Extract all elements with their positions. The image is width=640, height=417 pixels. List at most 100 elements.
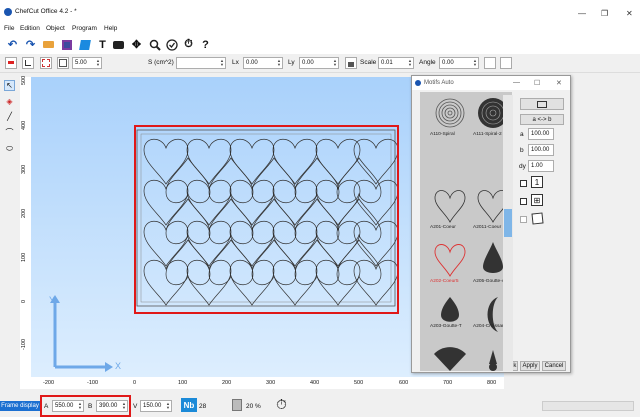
mirror-icon[interactable] [500,57,512,69]
swap-ab-button[interactable]: a <-> b [520,114,564,125]
camera-icon[interactable] [112,38,125,51]
grid-settings-icon[interactable] [57,57,69,69]
b-label: b [520,147,524,154]
scale-input[interactable]: 0.01 ▲ ▼ [378,57,414,69]
x-axis-label: X [115,361,121,371]
v-tick-label: 300 [21,164,27,174]
motif-name: A201-Coeur [430,225,456,230]
v-tick-label: 400 [21,120,27,130]
arc-tool-icon[interactable]: ⌒ [4,127,15,138]
percent-value: 20 % [246,403,261,410]
apply-button[interactable]: Apply [520,361,540,371]
minimize-button[interactable]: — [578,10,586,18]
skew-shape-icon[interactable] [531,212,544,225]
progress-bar [542,401,634,411]
vertical-ruler: 500 400 300 200 100 0 -100 [20,75,31,389]
dialog-minimize-button[interactable]: — [513,79,520,86]
move-crosshair-icon[interactable]: ✥ [130,38,143,51]
dialog-titlebar: Motifs Auto — ☐ ✕ [412,76,570,90]
step-input[interactable]: 5.00 ▲ ▼ [72,57,102,69]
h-tick-label: 0 [133,380,137,386]
dimension-highlight [40,395,131,417]
scale-label: Scale [360,59,377,66]
cancel-button[interactable]: Cancel [542,361,566,371]
menu-object[interactable]: Object [46,25,65,32]
motif-gallery[interactable]: A110-Spiral A111-Spiral-2 A201-Coeur A20… [420,92,512,371]
heart-red-icon[interactable] [434,244,466,277]
help-icon[interactable]: ? [199,38,212,51]
menu-edition[interactable]: Edition [20,25,40,32]
option3-checkbox[interactable] [520,216,527,223]
option2-checkbox[interactable] [520,198,527,205]
rotate-icon[interactable] [484,57,496,69]
horizontal-ruler: -200 -100 0 100 200 300 400 500 600 700 … [31,377,504,389]
h-tick-label: -200 [43,380,55,386]
fan-icon[interactable] [434,347,466,371]
spiral-outline-icon[interactable] [435,98,465,128]
menu-file[interactable]: File [4,25,14,32]
frame-display-button[interactable]: Frame display [0,401,40,411]
node-edit-tool-icon[interactable]: ◈ [4,96,15,107]
scrollbar-thumb[interactable] [504,209,512,237]
a-label: a [520,131,524,138]
dialog-maximize-button[interactable]: ☐ [534,79,540,87]
dialog-icon [415,80,421,86]
drop-filled-icon[interactable] [483,242,503,273]
title-bar: ChefCut Office 4.2 - * — ❐ ✕ [0,0,640,24]
motif-name-selected: A202-Coeur5 [430,279,459,284]
drop-filled-icon[interactable] [441,297,459,322]
angle-input[interactable]: 0.00 ▲ ▼ [439,57,479,69]
menu-program[interactable]: Program [72,25,97,32]
v-label: V [133,403,138,410]
text-icon[interactable]: T [96,38,109,51]
gallery-scrollbar[interactable] [503,95,513,371]
surface-input[interactable]: ▲ ▼ [176,57,226,69]
save-icon[interactable] [60,38,73,51]
ellipse-tool-icon[interactable]: ⬭ [4,143,15,154]
v-input[interactable]: 150.00 ▲ ▼ [140,400,172,412]
menu-help[interactable]: Help [104,25,117,32]
v-tick-label: 0 [21,299,27,303]
lock-ratio-icon[interactable] [345,57,357,69]
h-tick-label: 500 [354,380,364,386]
timer-icon[interactable]: ⏱ [182,38,195,51]
grid-icon[interactable] [40,57,52,69]
option1-checkbox[interactable] [520,180,527,187]
b-input[interactable]: 100.00 [528,144,554,156]
align-icon[interactable] [22,57,34,69]
stopwatch-icon[interactable]: ⏱ [276,396,287,413]
v-tick-label: 500 [21,75,27,85]
v-tick-label: 100 [21,252,27,262]
line-tool-icon[interactable]: ╱ [4,111,15,122]
zoom-icon[interactable] [148,38,161,51]
pointer-tool-icon[interactable]: ↖ [4,80,15,91]
angle-label: Angle [419,59,436,66]
a-input[interactable]: 100.00 [528,128,554,140]
drop-point-icon[interactable] [489,350,497,364]
maximize-button[interactable]: ❐ [601,10,608,18]
redo-icon[interactable]: ↷ [24,38,37,51]
undo-icon[interactable]: ↶ [6,38,19,51]
open-folder-icon[interactable] [42,38,55,51]
heart-outline-icon[interactable] [434,190,466,223]
grid-plus-icon[interactable]: ⊞ [531,194,543,206]
motif-name: A203-Goutte-T [430,324,462,329]
close-button[interactable]: ✕ [626,10,633,18]
count-badge-icon: Nb [181,398,197,412]
select-tool-icon[interactable] [5,57,17,69]
ly-input[interactable]: 0.00 ▲ ▼ [299,57,339,69]
h-tick-label: 400 [310,380,320,386]
lx-input[interactable]: 0.00 ▲ ▼ [243,57,283,69]
check-icon[interactable] [165,38,178,51]
option1-button[interactable]: 1 [531,176,543,188]
material-icon [232,399,242,411]
layout-preview-button[interactable] [520,98,564,110]
dialog-close-button[interactable]: ✕ [556,79,562,87]
h-tick-label: 600 [399,380,409,386]
h-tick-label: 200 [222,380,232,386]
app-logo-icon [4,8,12,16]
export-icon[interactable] [78,38,91,51]
lx-label: Lx [232,59,239,66]
h-tick-label: 100 [178,380,188,386]
dy-input[interactable]: 1.00 [528,160,554,172]
